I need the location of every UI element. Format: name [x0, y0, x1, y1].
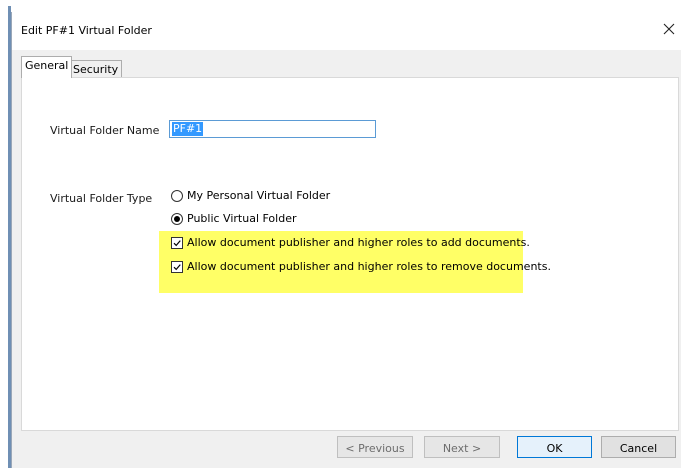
ok-button[interactable]: OK — [517, 436, 592, 458]
edit-virtual-folder-dialog: Edit PF#1 Virtual Folder General Securit… — [11, 12, 681, 468]
general-tab-panel: Virtual Folder Name PF#1 Virtual Folder … — [21, 77, 679, 431]
checkbox-allow-add-label: Allow document publisher and higher role… — [187, 236, 530, 249]
previous-button[interactable]: < Previous — [337, 436, 413, 458]
selected-name-text: PF#1 — [172, 122, 204, 136]
checkbox-checked[interactable] — [171, 237, 183, 249]
close-icon[interactable] — [658, 18, 680, 40]
radio-button-selected[interactable] — [171, 213, 183, 225]
cancel-button[interactable]: Cancel — [601, 436, 676, 458]
radio-button[interactable] — [171, 190, 183, 202]
tab-general[interactable]: General — [21, 56, 72, 78]
title-bar[interactable]: Edit PF#1 Virtual Folder — [12, 12, 681, 50]
radio-personal-label: My Personal Virtual Folder — [187, 189, 331, 202]
window-title: Edit PF#1 Virtual Folder — [21, 24, 152, 37]
radio-public-label: Public Virtual Folder — [187, 212, 297, 225]
virtual-folder-name-input[interactable]: PF#1 — [169, 120, 376, 138]
virtual-folder-type-label: Virtual Folder Type — [50, 192, 153, 205]
next-button[interactable]: Next > — [424, 436, 500, 458]
checkbox-allow-remove-label: Allow document publisher and higher role… — [187, 260, 551, 273]
virtual-folder-name-label: Virtual Folder Name — [50, 124, 160, 137]
checkbox-checked[interactable] — [171, 261, 183, 273]
